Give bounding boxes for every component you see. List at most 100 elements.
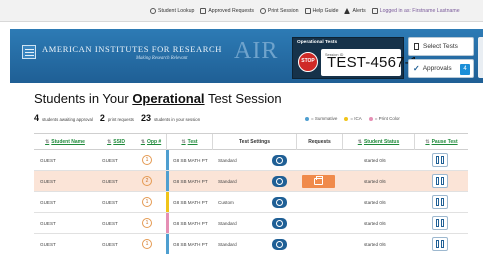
test-cell: G8 SB MATH PT — [166, 234, 208, 254]
pause-bar-icon — [441, 156, 444, 164]
opp-number-badge: 1 — [142, 155, 152, 165]
session-type-label: Operational Tests — [297, 40, 338, 45]
pause-bar-icon — [441, 177, 444, 185]
pause-test-button[interactable] — [432, 174, 448, 188]
pause-test-cell — [432, 192, 448, 212]
table-row: GUEST GUEST 1 G8 SB MATH PT Standard started … — [34, 234, 468, 254]
col-pause-test[interactable]: ⇅ Pause Test — [414, 134, 468, 150]
view-settings-eye-icon[interactable] — [272, 175, 287, 187]
student-status-cell: started 0/6 — [364, 178, 386, 184]
student-name-cell: GUEST — [40, 199, 56, 205]
opp-cell: 1 — [142, 192, 152, 212]
col-test-settings: Test Settings — [212, 134, 296, 150]
print-session-link[interactable]: Print Session — [259, 8, 299, 14]
pause-test-button[interactable] — [432, 237, 448, 251]
session-id-box: Session ID TEST-4567-1 — [321, 49, 418, 76]
legend-print-color: = Print Color — [368, 116, 400, 121]
test-cell: G8 SB MATH PT — [166, 213, 208, 233]
approved-requests-link[interactable]: Approved Requests — [200, 8, 254, 14]
opp-number-badge: 2 — [142, 176, 152, 186]
test-settings-cell: Custom — [218, 199, 234, 205]
opp-cell: 2 — [142, 171, 152, 191]
document-icon — [200, 8, 207, 14]
view-settings-eye-icon[interactable] — [272, 196, 287, 208]
pause-bar-icon — [436, 156, 439, 164]
students-table: ⇅ Student Name ⇅ SSID ⇅ Opp # ⇅ Test Test Se… — [34, 133, 468, 254]
test-settings-cell: Standard — [218, 220, 237, 226]
print-requests-label: print requests — [107, 117, 134, 122]
checkmark-icon: ✓ — [413, 64, 420, 73]
view-settings-cell — [272, 234, 287, 254]
pause-test-button[interactable] — [432, 216, 448, 230]
pause-bar-icon — [441, 219, 444, 227]
document-icon — [414, 43, 419, 50]
pause-bar-icon — [441, 240, 444, 248]
table-row: GUEST GUEST 1 G8 SB MATH PT Standard started … — [34, 213, 468, 234]
pause-test-button[interactable] — [432, 195, 448, 209]
student-name-cell: GUEST — [40, 220, 56, 226]
table-body: GUEST GUEST 1 G8 SB MATH PT Standard started … — [34, 150, 468, 254]
print-requests-count: 2 — [99, 113, 105, 123]
search-icon — [150, 8, 156, 14]
ssid-cell: GUEST — [102, 178, 118, 184]
test-settings-cell: Standard — [218, 178, 237, 184]
opp-cell: 1 — [142, 234, 152, 254]
alerts-link[interactable]: Alerts — [344, 8, 366, 14]
opp-number-badge: 1 — [142, 197, 152, 207]
col-test[interactable]: ⇅ Test — [166, 134, 212, 150]
student-name-cell: GUEST — [40, 178, 56, 184]
view-settings-cell — [272, 150, 287, 170]
student-status-cell: started 0/6 — [364, 220, 386, 226]
col-student-name[interactable]: ⇅ Student Name — [34, 134, 96, 150]
summative-dot-icon — [305, 116, 309, 121]
utility-bar: Student Lookup Approved Requests Print S… — [0, 0, 483, 22]
view-settings-eye-icon[interactable] — [272, 217, 287, 229]
awaiting-approval-label: students awaiting approval — [42, 117, 93, 122]
user-link[interactable]: Logged in as: Firstname Lastname — [371, 8, 460, 14]
student-name-cell: GUEST — [40, 157, 56, 163]
view-settings-eye-icon[interactable] — [272, 154, 287, 166]
student-status-cell: started 0/6 — [364, 157, 386, 163]
table-row: GUEST GUEST 1 G8 SB MATH PT Custom started 0/… — [34, 192, 468, 213]
pause-test-cell — [432, 234, 448, 254]
pause-test-button[interactable] — [432, 153, 448, 167]
print-color-dot-icon — [368, 116, 373, 121]
ssid-cell: GUEST — [102, 199, 118, 205]
view-settings-cell — [272, 171, 287, 191]
help-guide-link[interactable]: Help Guide — [304, 8, 338, 14]
stop-session-button[interactable]: STOP — [298, 52, 318, 72]
printer-icon — [314, 175, 323, 185]
col-opp[interactable]: ⇅ Opp # — [136, 134, 166, 150]
view-settings-cell — [272, 213, 287, 233]
user-icon — [371, 8, 378, 14]
requests-cell — [302, 171, 335, 191]
test-settings-cell: Standard — [218, 241, 237, 247]
approvals-button[interactable]: ✓ Approvals 4 — [408, 59, 474, 78]
view-settings-cell — [272, 192, 287, 212]
students-in-session-label: students in your session — [153, 117, 201, 122]
table-row: GUEST GUEST 1 G8 SB MATH PT Standard started … — [34, 150, 468, 171]
table-header: ⇅ Student Name ⇅ SSID ⇅ Opp # ⇅ Test Test Se… — [34, 133, 468, 150]
student-name-cell: GUEST — [40, 241, 56, 247]
alert-icon — [344, 8, 351, 14]
pause-bar-icon — [436, 198, 439, 206]
test-cell: G8 SB MATH PT — [166, 171, 208, 191]
book-icon — [304, 8, 311, 14]
col-ssid[interactable]: ⇅ SSID — [96, 134, 136, 150]
header-edge-button[interactable] — [478, 37, 483, 78]
students-in-session-count: 23 — [140, 113, 151, 123]
opp-number-badge: 1 — [142, 218, 152, 228]
print-icon — [259, 8, 266, 14]
session-id: TEST-4567-1 — [327, 54, 419, 71]
student-status-cell: started 0/6 — [364, 241, 386, 247]
student-lookup-link[interactable]: Student Lookup — [150, 8, 194, 14]
col-requests: Requests — [296, 134, 342, 150]
awaiting-approval-count: 4 — [34, 113, 40, 123]
page-title: Students in Your Operational Test Sessio… — [34, 91, 282, 106]
pause-test-cell — [432, 171, 448, 191]
select-tests-button[interactable]: Select Tests — [408, 37, 474, 56]
opp-cell: 1 — [142, 150, 152, 170]
view-settings-eye-icon[interactable] — [272, 238, 287, 250]
print-request-button[interactable] — [302, 174, 335, 188]
col-student-status[interactable]: ⇅ Student Status — [342, 134, 414, 150]
